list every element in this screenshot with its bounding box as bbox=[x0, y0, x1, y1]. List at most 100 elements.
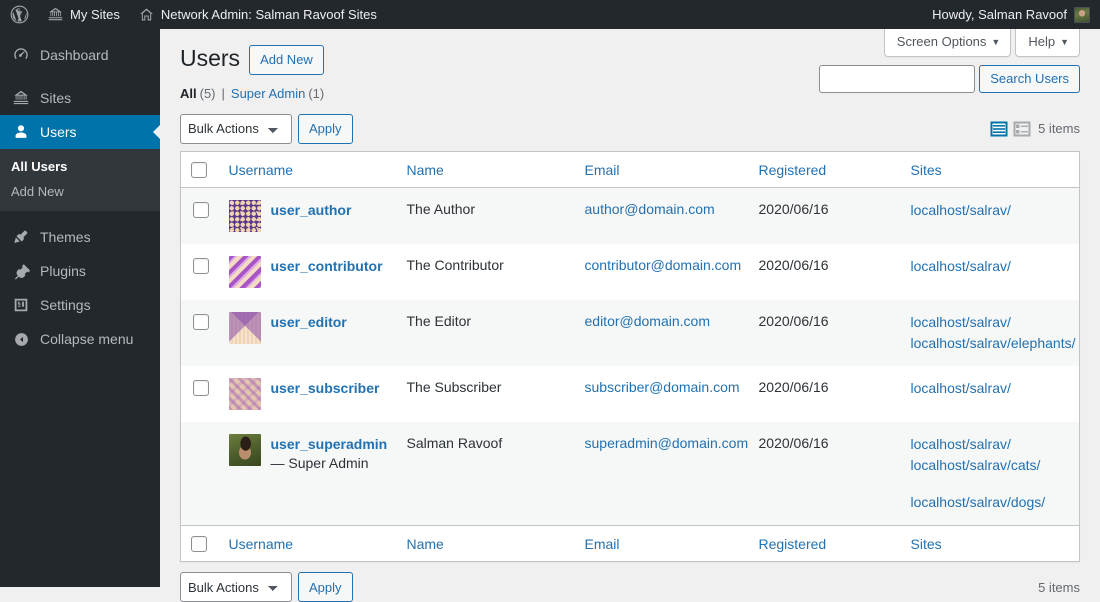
select-all-checkbox-top[interactable] bbox=[191, 162, 207, 179]
sidebar-item-dashboard[interactable]: Dashboard bbox=[0, 38, 160, 72]
site-link[interactable]: localhost/salrav/ bbox=[911, 434, 1070, 455]
filter-divider: | bbox=[221, 85, 225, 101]
row-checkbox[interactable] bbox=[193, 202, 209, 219]
cell-username: user_editor bbox=[218, 300, 397, 367]
filter-link-super-admin[interactable]: Super Admin bbox=[231, 86, 305, 101]
site-link[interactable]: localhost/salrav/elephants/ bbox=[911, 333, 1076, 354]
column-header-email[interactable]: Email bbox=[574, 151, 749, 189]
username-link[interactable]: user_editor bbox=[271, 312, 347, 332]
cell-email: author@domain.com bbox=[574, 187, 749, 245]
users-table-body: user_author The Author author@domain.com 20… bbox=[180, 187, 1080, 526]
cell-name: Salman Ravoof bbox=[396, 422, 575, 526]
avatar-user-superadmin bbox=[228, 434, 261, 467]
cell-registered: 2020/06/16 bbox=[758, 257, 829, 274]
excerpt-view-icon[interactable] bbox=[1012, 119, 1032, 139]
admin-bar-my-sites-label: My Sites bbox=[70, 7, 120, 22]
column-header-name[interactable]: Name bbox=[396, 151, 575, 189]
home-icon bbox=[138, 6, 155, 23]
column-footer-sites: Sites bbox=[900, 525, 1080, 562]
sidebar-item-users[interactable]: Users bbox=[0, 115, 161, 149]
column-footer-name[interactable]: Name bbox=[396, 525, 575, 562]
site-link[interactable]: localhost/salrav/ bbox=[911, 200, 1070, 221]
filter-link-all[interactable]: All bbox=[180, 86, 197, 101]
apply-button-top[interactable]: Apply bbox=[298, 113, 353, 144]
admin-bar-my-sites[interactable]: My Sites bbox=[38, 0, 129, 29]
sites-icon bbox=[11, 88, 31, 108]
menu-spacer-1 bbox=[0, 72, 160, 81]
site-link[interactable]: localhost/salrav/dogs/ bbox=[911, 492, 1070, 513]
column-footer-username[interactable]: Username bbox=[218, 525, 397, 562]
sidebar-item-all-users[interactable]: All Users bbox=[0, 154, 160, 179]
email-link[interactable]: editor@domain.com bbox=[585, 313, 711, 329]
email-link[interactable]: superadmin@domain.com bbox=[585, 435, 749, 451]
settings-icon bbox=[11, 295, 31, 315]
search-input[interactable] bbox=[819, 64, 976, 93]
cell-name: The Editor bbox=[396, 300, 575, 367]
sidebar-submenu-users: All Users Add New bbox=[0, 149, 160, 211]
cell-email: superadmin@domain.com bbox=[574, 422, 749, 526]
table-row: user_subscriber The Subscriber subscriber@… bbox=[181, 366, 1080, 422]
cell-registered: 2020/06/16 bbox=[748, 422, 901, 526]
avatar-user-author bbox=[228, 200, 261, 233]
sidebar-item-collapse-menu[interactable]: Collapse menu bbox=[0, 322, 160, 356]
wordpress-logo-button[interactable] bbox=[0, 0, 38, 29]
sidebar-item-label: Plugins bbox=[40, 263, 86, 279]
sidebar-item-label: Collapse menu bbox=[40, 331, 134, 347]
users-table-head: Username Name Email Registered Sites bbox=[180, 151, 1080, 189]
sidebar-item-label: Settings bbox=[40, 297, 91, 313]
username-link[interactable]: user_author bbox=[271, 200, 352, 220]
table-header-row: Username Name Email Registered Sites bbox=[180, 151, 1080, 189]
screen-options-button[interactable]: Screen Options ▼ bbox=[883, 29, 1012, 58]
view-switch bbox=[989, 119, 1032, 139]
displaying-num-top: 5 items bbox=[1038, 121, 1080, 137]
column-footer-email[interactable]: Email bbox=[574, 525, 749, 562]
column-header-registered[interactable]: Registered bbox=[748, 151, 901, 189]
sidebar-item-add-new-user[interactable]: Add New bbox=[0, 179, 160, 204]
apply-button-bottom[interactable]: Apply bbox=[298, 572, 353, 602]
cell-name: The Author bbox=[396, 187, 575, 245]
email-link[interactable]: author@domain.com bbox=[585, 201, 715, 217]
select-all-checkbox-bottom[interactable] bbox=[191, 536, 207, 553]
tablenav-top: Bulk Actions Apply 5 items bbox=[180, 113, 1080, 144]
row-checkbox[interactable] bbox=[193, 314, 209, 331]
sidebar-item-sites[interactable]: Sites bbox=[0, 81, 160, 115]
row-checkbox[interactable] bbox=[193, 380, 209, 397]
cell-username: user_contributor bbox=[219, 244, 397, 300]
sidebar-item-themes[interactable]: Themes bbox=[0, 220, 160, 254]
list-view-icon[interactable] bbox=[989, 119, 1009, 139]
column-header-sites: Sites bbox=[900, 151, 1080, 189]
column-footer-registered[interactable]: Registered bbox=[748, 525, 901, 562]
search-users-button[interactable]: Search Users bbox=[979, 64, 1080, 93]
table-row: user_editor The Editor editor@domain.com 20… bbox=[180, 300, 1080, 367]
username-link[interactable]: user_superadmin — Super Admin bbox=[271, 434, 388, 473]
add-new-user-button[interactable]: Add New bbox=[249, 45, 324, 75]
email-link[interactable]: contributor@domain.com bbox=[585, 257, 742, 273]
username-link[interactable]: user_subscriber bbox=[271, 378, 380, 398]
cell-registered: 2020/06/16 bbox=[758, 379, 829, 396]
help-button[interactable]: Help ▼ bbox=[1015, 29, 1080, 58]
cell-sites: localhost/salrav/localhost/salrav/cats/l… bbox=[900, 422, 1080, 526]
admin-bar-account[interactable]: Howdy, Salman Ravoof bbox=[932, 0, 1100, 29]
chevron-down-icon: ▼ bbox=[1060, 37, 1069, 47]
bulk-actions-select-top[interactable]: Bulk Actions bbox=[180, 113, 292, 144]
site-link[interactable]: localhost/salrav/cats/ bbox=[911, 455, 1070, 476]
page-title: Users bbox=[180, 45, 241, 71]
super-admin-role-label: — Super Admin bbox=[270, 455, 369, 472]
site-link[interactable]: localhost/salrav/ bbox=[911, 312, 1070, 333]
admin-bar-network-admin[interactable]: Network Admin: Salman Ravoof Sites bbox=[129, 0, 386, 29]
sidebar-item-plugins[interactable]: Plugins bbox=[0, 254, 160, 288]
site-link[interactable]: localhost/salrav/ bbox=[911, 378, 1070, 399]
username-link[interactable]: user_contributor bbox=[271, 256, 383, 276]
sidebar-item-settings[interactable]: Settings bbox=[0, 288, 160, 322]
bulk-actions-select-bottom[interactable]: Bulk Actions bbox=[180, 572, 292, 602]
cell-email: contributor@domain.com bbox=[575, 244, 749, 300]
site-link[interactable]: localhost/salrav/ bbox=[911, 256, 1070, 277]
screen-meta-links: Screen Options ▼ Help ▼ bbox=[883, 29, 1080, 58]
sidebar-item-label: Themes bbox=[40, 229, 91, 245]
screen-options-label: Screen Options bbox=[896, 34, 987, 49]
column-header-username[interactable]: Username bbox=[218, 151, 397, 189]
help-label: Help bbox=[1028, 34, 1056, 49]
row-checkbox[interactable] bbox=[193, 258, 209, 275]
email-link[interactable]: subscriber@domain.com bbox=[585, 379, 740, 395]
select-all-header bbox=[180, 151, 219, 189]
